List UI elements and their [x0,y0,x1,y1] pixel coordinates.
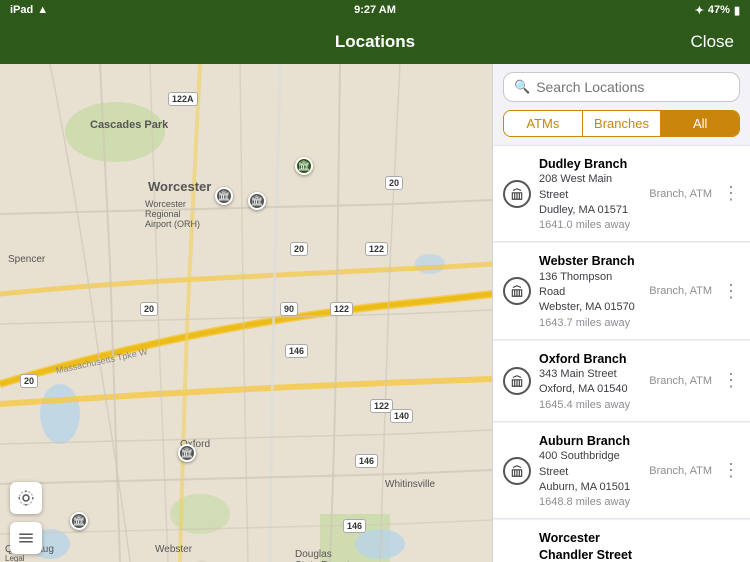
map-pin-1: 🏛 [295,157,313,175]
bank-icon [503,367,531,395]
map-pin-atm1: 🏛 [70,512,88,530]
more-button[interactable]: ⋮ [720,183,742,204]
bank-icon [503,277,531,305]
map-pin-3: 🏛 [248,192,266,210]
tab-atms[interactable]: ATMs [504,111,582,136]
tab-branches[interactable]: Branches [582,111,662,136]
label-legal: Legal [5,554,25,562]
location-addr2: Webster, MA 01570 [539,300,641,315]
location-addr1: 343 Main Street [539,367,641,382]
road-marker-122a: 122A [168,92,198,106]
location-name: Dudley Branch [539,156,641,172]
location-info: Oxford Branch 343 Main Street Oxford, MA… [539,351,641,411]
road-marker-20: 20 [385,176,403,190]
label-cascades-park: Cascades Park [90,119,168,131]
filter-tabs: ATMs Branches All [503,110,740,137]
road-marker-146b: 146 [355,454,378,468]
tab-all[interactable]: All [661,111,739,136]
list-item[interactable]: Auburn Branch 400 Southbridge Street Aub… [493,423,750,519]
location-name: Auburn Branch [539,433,641,449]
location-info: Worcester Chandler Street Branch 266 Cha… [539,530,641,562]
location-type: Branch, ATM [649,285,712,297]
list-item[interactable]: Dudley Branch 208 West Main Street Dudle… [493,145,750,242]
location-info: Webster Branch 136 Thompson Road Webster… [539,253,641,328]
right-panel: 🔍 ATMs Branches All Dudley Branch 20 [492,64,750,562]
location-dist: 1641.0 miles away [539,219,641,231]
road-marker-140: 140 [390,409,413,423]
road-marker-20d: 20 [20,374,38,388]
location-info: Auburn Branch 400 Southbridge Street Aub… [539,433,641,508]
road-marker-122: 122 [365,242,388,256]
bank-icon [503,180,531,208]
location-type: Branch, ATM [649,188,712,200]
more-button[interactable]: ⋮ [720,460,742,481]
location-info: Dudley Branch 208 West Main Street Dudle… [539,156,641,231]
label-spencer: Spencer [8,254,45,265]
search-input[interactable] [536,79,729,95]
location-addr1: 208 West Main Street [539,172,641,203]
map-pin-4: 🏛 [178,444,196,462]
label-worcester: Worcester [148,179,211,194]
location-dist: 1648.8 miles away [539,496,641,508]
location-dist: 1643.7 miles away [539,317,641,329]
nav-bar: Locations Close [0,20,750,64]
more-button[interactable]: ⋮ [720,370,742,391]
search-input-wrap[interactable]: 🔍 [503,72,740,102]
location-name: Worcester Chandler Street Branch [539,530,641,562]
layers-button[interactable] [10,522,42,554]
main-content: 122A 20 20 122 20 90 122 146 20 122 140 … [0,64,750,562]
status-left: iPad ▲ [10,4,48,16]
bluetooth-icon: ✦ [695,4,704,17]
location-type: Branch, ATM [649,375,712,387]
location-addr2: Oxford, MA 01540 [539,382,641,397]
road-marker-146: 146 [285,344,308,358]
battery-icon: ▮ [734,4,740,17]
location-addr1: 136 Thompson Road [539,270,641,301]
road-marker-122b: 122 [330,302,353,316]
label-airport: WorcesterRegionalAirport (ORH) [145,199,200,229]
road-marker-20b: 20 [290,242,308,256]
label-douglas: DouglasState Forest [295,549,349,562]
road-marker-20c: 20 [140,302,158,316]
location-addr2: Dudley, MA 01571 [539,203,641,218]
location-dist: 1645.4 miles away [539,399,641,411]
search-bar: 🔍 [493,64,750,110]
list-item[interactable]: Webster Branch 136 Thompson Road Webster… [493,243,750,339]
wifi-icon: ▲ [37,4,48,16]
close-button[interactable]: Close [691,32,734,52]
bank-icon [503,457,531,485]
list-item[interactable]: Worcester Chandler Street Branch 266 Cha… [493,520,750,562]
location-addr2: Auburn, MA 01501 [539,480,641,495]
label-webster: Webster [155,544,192,555]
map-area[interactable]: 122A 20 20 122 20 90 122 146 20 122 140 … [0,64,492,562]
label-whitinsville: Whitinsville [385,479,435,490]
road-marker-90: 90 [280,302,298,316]
search-icon: 🔍 [514,79,530,95]
status-right: ✦ 47% ▮ [695,4,740,17]
device-label: iPad [10,4,33,16]
list-item[interactable]: Oxford Branch 343 Main Street Oxford, MA… [493,341,750,422]
battery-label: 47% [708,4,730,16]
location-addr1: 400 Southbridge Street [539,449,641,480]
map-pin-2: 🏛 [215,187,233,205]
location-name: Oxford Branch [539,351,641,367]
location-button[interactable] [10,482,42,514]
status-time: 9:27 AM [354,4,396,16]
nav-title: Locations [335,32,415,52]
location-name: Webster Branch [539,253,641,269]
status-bar: iPad ▲ 9:27 AM ✦ 47% ▮ [0,0,750,20]
location-type: Branch, ATM [649,465,712,477]
location-list: Dudley Branch 208 West Main Street Dudle… [493,145,750,562]
more-button[interactable]: ⋮ [720,281,742,302]
road-marker-146c: 146 [343,519,366,533]
